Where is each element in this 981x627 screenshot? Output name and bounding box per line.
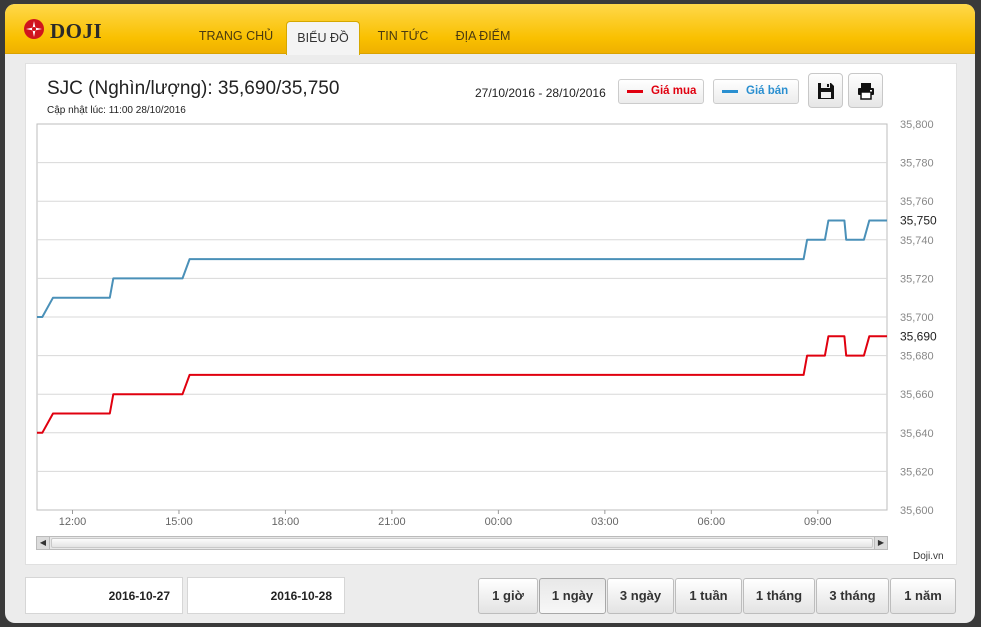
y-tick-label: 35,700 — [900, 312, 934, 324]
period-3-months-button[interactable]: 3 tháng — [816, 578, 889, 614]
period-1-year-button[interactable]: 1 năm — [890, 578, 956, 614]
brand-logo[interactable]: DOJI — [23, 16, 123, 44]
date-from-field[interactable]: 2016-10-27 — [25, 577, 183, 614]
y-tick-label: 35,760 — [900, 196, 934, 208]
x-tick-label: 00:00 — [485, 516, 513, 528]
y-tick-label: 35,780 — [900, 158, 934, 170]
period-1-week-button[interactable]: 1 tuần — [675, 578, 742, 614]
y-tick-label: 35,620 — [900, 466, 934, 478]
chart-panel: SJC (Nghìn/lượng): 35,690/35,750 Cập nhậ… — [25, 63, 957, 565]
y-tick-label: 35,800 — [900, 119, 934, 131]
scroll-right-arrow-icon[interactable]: ▶ — [874, 537, 887, 549]
date-to-field[interactable]: 2016-10-28 — [187, 577, 345, 614]
x-tick-label: 18:00 — [272, 516, 300, 528]
app-window: DOJI TRANG CHỦ BIỂU ĐỒ TIN TỨC ĐỊA ĐIỂM … — [5, 4, 975, 623]
y-tick-label: 35,600 — [900, 505, 934, 517]
y-tick-label: 35,740 — [900, 235, 934, 247]
x-tick-label: 06:00 — [698, 516, 726, 528]
x-tick-label: 03:00 — [591, 516, 619, 528]
y-tick-label: 35,640 — [900, 428, 934, 440]
x-tick-label: 15:00 — [165, 516, 193, 528]
top-header: DOJI TRANG CHỦ BIỂU ĐỒ TIN TỨC ĐỊA ĐIỂM — [5, 4, 975, 55]
y-tick-label: 35,720 — [900, 273, 934, 285]
last-value-label: 35,690 — [900, 329, 937, 343]
chart-scrollbar[interactable]: ◀ ▶ — [36, 536, 888, 550]
x-tick-label: 21:00 — [378, 516, 406, 528]
period-1-hour-button[interactable]: 1 giờ — [478, 578, 538, 614]
period-3-days-button[interactable]: 3 ngày — [607, 578, 674, 614]
brand-name: DOJI — [50, 19, 103, 43]
x-tick-label: 12:00 — [59, 516, 87, 528]
nav-item-chart[interactable]: BIỂU ĐỒ — [286, 21, 360, 55]
y-tick-label: 35,660 — [900, 389, 934, 401]
last-value-label: 35,750 — [900, 214, 937, 228]
period-1-month-button[interactable]: 1 tháng — [743, 578, 815, 614]
x-tick-label: 09:00 — [804, 516, 832, 528]
nav-item-home[interactable]: TRANG CHỦ — [188, 20, 284, 54]
watermark: Doji.vn — [913, 551, 944, 562]
doji-logo-icon — [24, 19, 44, 39]
scroll-left-arrow-icon[interactable]: ◀ — [37, 537, 50, 549]
nav-item-news[interactable]: TIN TỨC — [368, 20, 438, 54]
nav-item-locations[interactable]: ĐỊA ĐIỂM — [444, 20, 522, 54]
y-tick-label: 35,680 — [900, 351, 934, 363]
price-chart: 35,600 35,620 35,640 35,660 35,680 35,700 35,7… — [36, 119, 955, 528]
period-1-day-button[interactable]: 1 ngày — [539, 578, 606, 614]
scroll-thumb[interactable] — [51, 538, 873, 548]
